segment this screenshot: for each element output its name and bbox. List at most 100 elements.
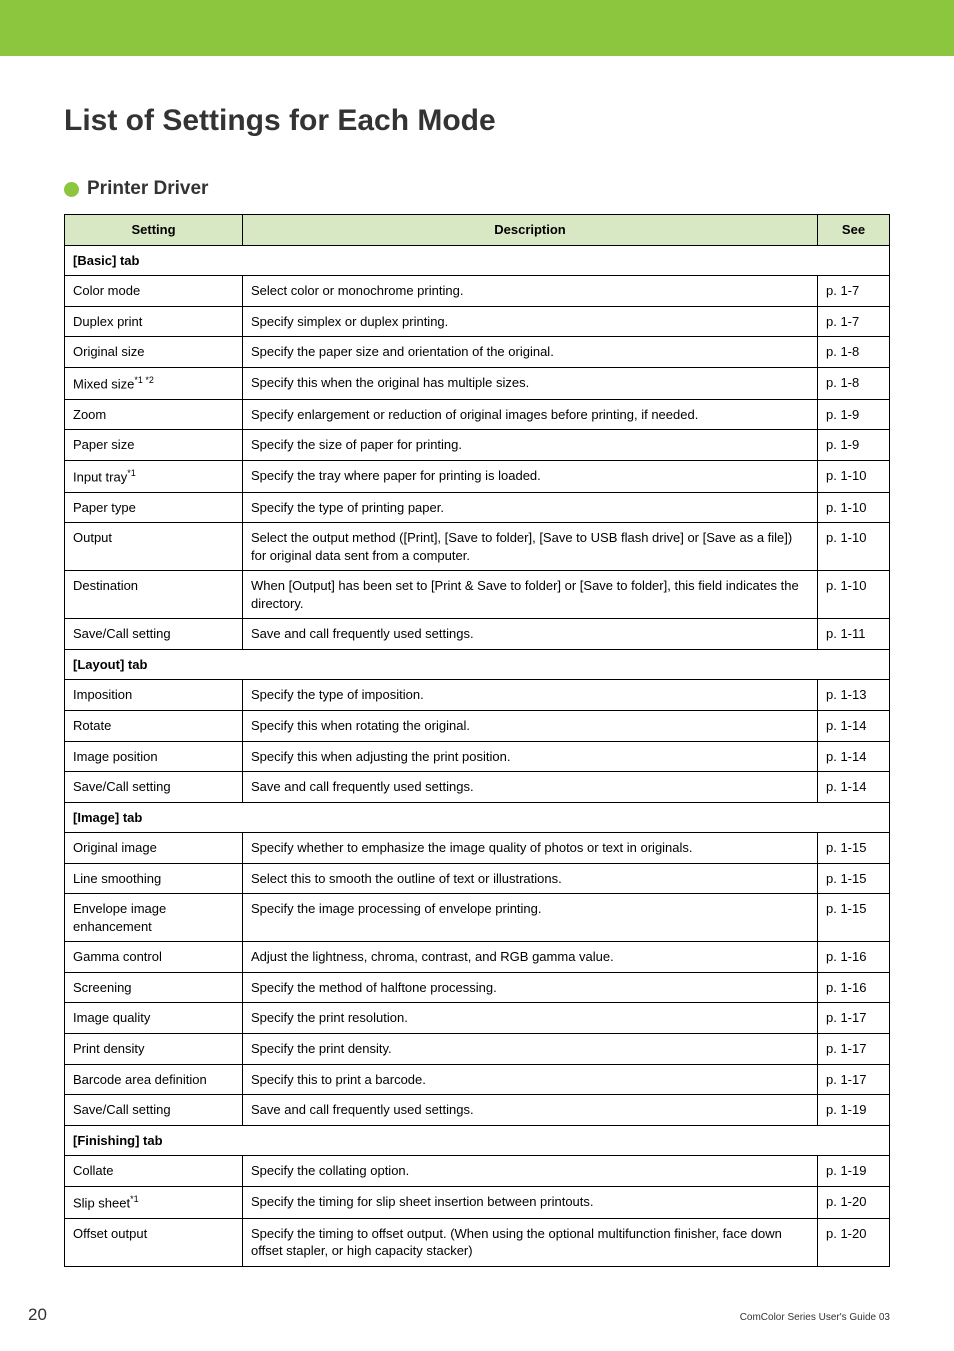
setting-cell: Mixed size*1 *2	[65, 367, 243, 399]
table-row: RotateSpecify this when rotating the ori…	[65, 710, 890, 741]
setting-cell: Slip sheet*1	[65, 1186, 243, 1218]
table-row: ScreeningSpecify the method of halftone …	[65, 972, 890, 1003]
see-cell: p. 1-15	[818, 833, 890, 864]
see-cell: p. 1-20	[818, 1218, 890, 1266]
description-cell: Save and call frequently used settings.	[243, 1095, 818, 1126]
description-cell: Specify the size of paper for printing.	[243, 430, 818, 461]
page-number: 20	[28, 1305, 47, 1325]
description-cell: Specify the print density.	[243, 1033, 818, 1064]
setting-cell: Original image	[65, 833, 243, 864]
setting-cell: Input tray*1	[65, 460, 243, 492]
description-cell: Specify the timing for slip sheet insert…	[243, 1186, 818, 1218]
see-cell: p. 1-7	[818, 306, 890, 337]
setting-cell: Color mode	[65, 276, 243, 307]
setting-cell: Paper type	[65, 492, 243, 523]
group-label: [Layout] tab	[65, 649, 890, 680]
table-row: Image qualitySpecify the print resolutio…	[65, 1003, 890, 1034]
setting-cell: Line smoothing	[65, 863, 243, 894]
bullet-icon	[64, 182, 79, 197]
footer-text: ComColor Series User's Guide 03	[740, 1312, 890, 1323]
setting-cell: Gamma control	[65, 942, 243, 973]
table-row: Image positionSpecify this when adjustin…	[65, 741, 890, 772]
table-row: Mixed size*1 *2Specify this when the ori…	[65, 367, 890, 399]
description-cell: Adjust the lightness, chroma, contrast, …	[243, 942, 818, 973]
description-cell: Select the output method ([Print], [Save…	[243, 523, 818, 571]
description-cell: Specify the image processing of envelope…	[243, 894, 818, 942]
table-row: OutputSelect the output method ([Print],…	[65, 523, 890, 571]
settings-table: Setting Description See [Basic] tabColor…	[64, 214, 890, 1267]
see-cell: p. 1-19	[818, 1095, 890, 1126]
group-label: [Basic] tab	[65, 245, 890, 276]
see-cell: p. 1-10	[818, 523, 890, 571]
col-setting: Setting	[65, 215, 243, 246]
table-row: Duplex printSpecify simplex or duplex pr…	[65, 306, 890, 337]
description-cell: Specify the timing to offset output. (Wh…	[243, 1218, 818, 1266]
table-row: Color modeSelect color or monochrome pri…	[65, 276, 890, 307]
see-cell: p. 1-7	[818, 276, 890, 307]
description-cell: Specify the tray where paper for printin…	[243, 460, 818, 492]
section-title: Printer Driver	[87, 178, 208, 200]
see-cell: p. 1-8	[818, 367, 890, 399]
table-row: CollateSpecify the collating option.p. 1…	[65, 1156, 890, 1187]
footnote-marker: *1	[127, 468, 136, 478]
description-cell: Specify this to print a barcode.	[243, 1064, 818, 1095]
setting-cell: Paper size	[65, 430, 243, 461]
setting-cell: Save/Call setting	[65, 1095, 243, 1126]
table-row: Save/Call settingSave and call frequentl…	[65, 1095, 890, 1126]
table-row: DestinationWhen [Output] has been set to…	[65, 571, 890, 619]
footnote-marker: *1 *2	[134, 375, 154, 385]
description-cell: Specify enlargement or reduction of orig…	[243, 399, 818, 430]
table-row: Offset outputSpecify the timing to offse…	[65, 1218, 890, 1266]
see-cell: p. 1-10	[818, 571, 890, 619]
see-cell: p. 1-17	[818, 1033, 890, 1064]
col-description: Description	[243, 215, 818, 246]
page-title: List of Settings for Each Mode	[64, 104, 890, 138]
see-cell: p. 1-16	[818, 942, 890, 973]
description-cell: Specify simplex or duplex printing.	[243, 306, 818, 337]
table-row: Gamma controlAdjust the lightness, chrom…	[65, 942, 890, 973]
setting-cell: Save/Call setting	[65, 772, 243, 803]
description-cell: Specify the print resolution.	[243, 1003, 818, 1034]
table-row: Original sizeSpecify the paper size and …	[65, 337, 890, 368]
see-cell: p. 1-14	[818, 710, 890, 741]
description-cell: Specify whether to emphasize the image q…	[243, 833, 818, 864]
table-row: ZoomSpecify enlargement or reduction of …	[65, 399, 890, 430]
description-cell: Specify this when rotating the original.	[243, 710, 818, 741]
see-cell: p. 1-10	[818, 460, 890, 492]
table-row: Paper sizeSpecify the size of paper for …	[65, 430, 890, 461]
see-cell: p. 1-11	[818, 619, 890, 650]
description-cell: Specify the paper size and orientation o…	[243, 337, 818, 368]
setting-cell: Imposition	[65, 680, 243, 711]
description-cell: When [Output] has been set to [Print & S…	[243, 571, 818, 619]
section-header: Printer Driver	[64, 178, 890, 200]
description-cell: Specify the type of imposition.	[243, 680, 818, 711]
see-cell: p. 1-14	[818, 772, 890, 803]
description-cell: Save and call frequently used settings.	[243, 772, 818, 803]
setting-cell: Collate	[65, 1156, 243, 1187]
description-cell: Save and call frequently used settings.	[243, 619, 818, 650]
see-cell: p. 1-9	[818, 399, 890, 430]
setting-cell: Save/Call setting	[65, 619, 243, 650]
setting-cell: Destination	[65, 571, 243, 619]
see-cell: p. 1-14	[818, 741, 890, 772]
table-row: Print densitySpecify the print density.p…	[65, 1033, 890, 1064]
see-cell: p. 1-10	[818, 492, 890, 523]
setting-cell: Image position	[65, 741, 243, 772]
setting-cell: Output	[65, 523, 243, 571]
see-cell: p. 1-9	[818, 430, 890, 461]
col-see: See	[818, 215, 890, 246]
see-cell: p. 1-17	[818, 1064, 890, 1095]
description-cell: Select color or monochrome printing.	[243, 276, 818, 307]
description-cell: Select this to smooth the outline of tex…	[243, 863, 818, 894]
see-cell: p. 1-13	[818, 680, 890, 711]
group-label: [Image] tab	[65, 802, 890, 833]
setting-cell: Duplex print	[65, 306, 243, 337]
table-row: Input tray*1Specify the tray where paper…	[65, 460, 890, 492]
setting-cell: Print density	[65, 1033, 243, 1064]
group-label: [Finishing] tab	[65, 1125, 890, 1156]
see-cell: p. 1-19	[818, 1156, 890, 1187]
table-row: Slip sheet*1Specify the timing for slip …	[65, 1186, 890, 1218]
setting-cell: Envelope image enhancement	[65, 894, 243, 942]
setting-cell: Zoom	[65, 399, 243, 430]
setting-cell: Rotate	[65, 710, 243, 741]
